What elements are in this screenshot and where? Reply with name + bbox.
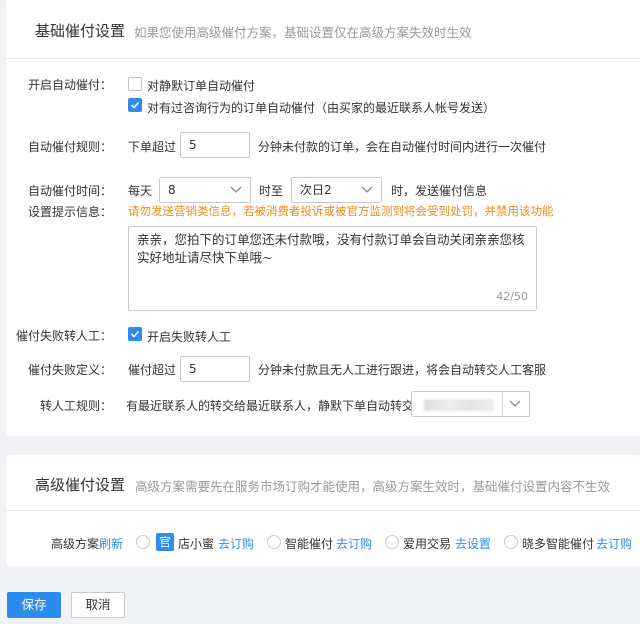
refresh-link[interactable]: 刷新 (99, 535, 123, 552)
rule-minutes-input[interactable]: 5 (180, 132, 250, 158)
plan-name: 晓多智能催付 (522, 537, 595, 551)
time-prefix: 每天 (128, 184, 153, 198)
fail-def-prefix: 催付超过 (128, 363, 177, 377)
save-button[interactable]: 保存 (7, 592, 61, 618)
start-hour-value: 8 (168, 183, 176, 197)
auto-remind-label: 开启自动催付： (27, 78, 112, 92)
plan-action-link[interactable]: 去订购 (218, 535, 254, 552)
plan-name: 店小蜜 (178, 537, 215, 551)
check-icon (130, 101, 140, 109)
end-hour-value: 次日2 (300, 183, 332, 197)
start-hour-select[interactable]: 8 (159, 177, 251, 203)
plan-label: 高级方案 (51, 537, 100, 551)
cancel-button[interactable]: 取消 (71, 592, 125, 618)
basic-settings-desc: 如果您使用高级催付方案，基础设置仅在高级方案失效时生效 (134, 25, 472, 40)
advanced-settings-desc: 高级方案需要先在服务市场订购才能使用，高级方案生效时，基础催付设置内容不生效 (135, 479, 611, 494)
advanced-settings-card: 高级催付设置 高级方案需要先在服务市场订购才能使用，高级方案生效时，基础催付设置… (6, 455, 640, 566)
transfer-rule-label: 转人工规则： (39, 399, 112, 413)
rule-suffix: 分钟未付款的订单，会在自动催付时间内进行一次催付 (258, 140, 547, 154)
blurred-account (424, 399, 494, 411)
message-text: 亲亲，您拍下的订单您还未付款哦，没有付款订单会自动关闭亲亲您核实好地址请尽快下单… (137, 232, 525, 265)
chevron-down-icon (509, 400, 521, 407)
plan-radio-smart[interactable] (267, 535, 281, 549)
message-warning: 请勿发送营销类信息，若被消费者投诉或被官方监测到将会受到处罚，并禁用该功能 (128, 204, 554, 218)
message-textarea[interactable]: 亲亲，您拍下的订单您还未付款哦，没有付款订单会自动关闭亲亲您核实好地址请尽快下单… (128, 226, 537, 311)
plan-action-link[interactable]: 去订购 (596, 535, 632, 552)
plan-radio-aiyong[interactable] (385, 535, 399, 549)
consult-order-label: 对有过咨询行为的订单自动催付（由买家的最近联系人帐号发送） (147, 101, 496, 115)
consult-order-checkbox[interactable] (128, 98, 142, 112)
divider (6, 510, 640, 511)
transfer-rule-text: 有最近联系人的转交给最近联系人，静默下单自动转交给 (126, 399, 427, 413)
fail-transfer-label: 催付失败转人工： (15, 329, 112, 343)
transfer-target-select[interactable] (411, 391, 530, 417)
time-mid: 时至 (259, 184, 284, 198)
time-label: 自动催付时间： (27, 184, 112, 198)
rule-label: 自动催付规则： (27, 140, 112, 154)
end-hour-select[interactable]: 次日2 (291, 177, 382, 203)
silent-order-label: 对静默订单自动催付 (147, 79, 256, 93)
select-divider (502, 392, 503, 416)
chevron-down-icon (361, 186, 373, 193)
fail-minutes-input[interactable]: 5 (180, 356, 250, 382)
time-suffix: 时，发送催付信息 (391, 184, 488, 198)
char-count: 42/50 (496, 290, 528, 303)
divider (6, 58, 640, 59)
message-label: 设置提示信息： (27, 205, 112, 219)
plan-action-link[interactable]: 去订购 (336, 535, 372, 552)
plan-action-link[interactable]: 去设置 (455, 535, 491, 552)
official-badge: 官 (156, 533, 174, 551)
check-icon (130, 330, 140, 338)
plan-radio-dianxiaomi[interactable] (136, 535, 150, 549)
fail-transfer-option: 开启失败转人工 (147, 330, 232, 344)
fail-def-suffix: 分钟未付款且无人工进行跟进，将会自动转交人工客服 (258, 363, 547, 377)
advanced-settings-title: 高级催付设置 (35, 476, 126, 494)
rule-prefix: 下单超过 (128, 140, 177, 154)
basic-settings-title: 基础催付设置 (35, 22, 126, 40)
basic-settings-card: 基础催付设置 如果您使用高级催付方案，基础设置仅在高级方案失效时生效 开启自动催… (6, 0, 640, 436)
plan-name: 爱用交易 (403, 537, 452, 551)
silent-order-checkbox[interactable] (128, 77, 142, 91)
plan-radio-xiaoduo[interactable] (504, 535, 518, 549)
chevron-down-icon (230, 186, 242, 193)
plan-name: 智能催付 (285, 537, 334, 551)
fail-transfer-checkbox[interactable] (128, 327, 142, 341)
fail-def-label: 催付失败定义： (27, 363, 112, 377)
